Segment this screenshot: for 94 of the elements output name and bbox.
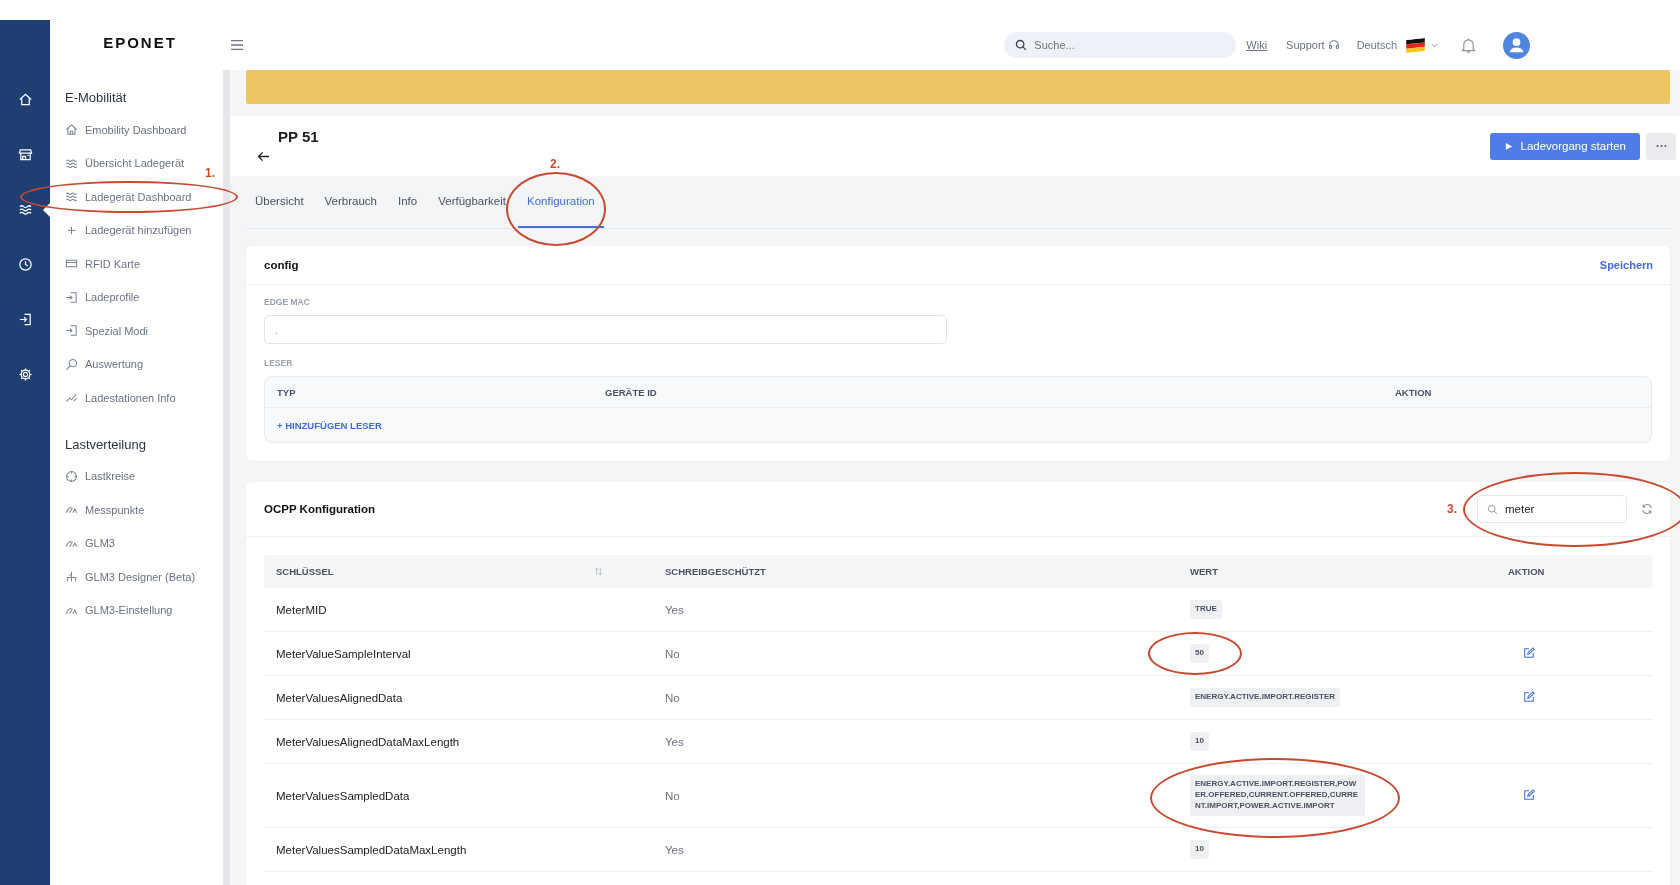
sidebar-item[interactable]: Übersicht Ladegerät bbox=[65, 146, 185, 180]
column-header: SCHLÜSSEL bbox=[276, 566, 334, 577]
field-label: EDGE MAC bbox=[264, 297, 311, 307]
table-cell-text: MeterValuesAlignedData bbox=[275, 691, 404, 704]
value-tag: TRUE bbox=[1190, 600, 1222, 619]
sidebar-item[interactable]: Ladegerät hinzufügen bbox=[65, 213, 192, 247]
login-icon bbox=[65, 290, 78, 304]
sidebar-item[interactable]: GLM3 Designer (Beta) bbox=[65, 560, 196, 594]
annotation-number: 2. bbox=[549, 157, 560, 171]
circle-icon bbox=[65, 469, 78, 483]
value-tag: ENERGY.ACTIVE.IMPORT.REGISTER bbox=[1190, 688, 1341, 707]
login-icon bbox=[17, 312, 33, 327]
add-reader-link[interactable]: + HINZUFÜGEN LESER bbox=[277, 419, 382, 431]
store-icon bbox=[17, 147, 33, 162]
settings-icon bbox=[17, 367, 33, 382]
active-indicator bbox=[43, 203, 50, 217]
sidebar-item[interactable]: Messpunkte bbox=[65, 493, 145, 527]
search-icon bbox=[1487, 504, 1498, 515]
table-cell-text: MeterValuesSampledData bbox=[275, 789, 411, 802]
wiki-link[interactable]: Wiki bbox=[1246, 39, 1268, 51]
edit-icon[interactable] bbox=[1523, 788, 1535, 801]
tree-icon bbox=[65, 570, 78, 584]
sidebar-item[interactable]: GLM3 bbox=[65, 526, 115, 560]
chart-icon bbox=[65, 391, 78, 405]
sidebar-item[interactable]: Spezial Modi bbox=[65, 314, 148, 348]
logo[interactable]: EPONET bbox=[103, 33, 177, 51]
page-title: PP 51 bbox=[278, 127, 319, 145]
support-link[interactable]: Support bbox=[1286, 39, 1325, 51]
tab[interactable]: Konfiguration bbox=[517, 176, 604, 228]
menu-icon[interactable] bbox=[230, 39, 244, 51]
tab[interactable]: Übersicht bbox=[246, 176, 313, 228]
home-icon bbox=[17, 92, 33, 107]
card-title: OCPP Konfiguration bbox=[264, 503, 375, 515]
search-icon bbox=[65, 357, 78, 371]
card-title: config bbox=[264, 259, 299, 271]
table-cell-text: MeterValuesSampledDataMaxLength bbox=[275, 843, 468, 856]
play-icon bbox=[1503, 141, 1513, 151]
more-icon bbox=[1655, 144, 1667, 148]
login-icon bbox=[65, 324, 78, 338]
sidebar-item[interactable]: Auswertung bbox=[65, 347, 144, 381]
sidebar-item[interactable]: Ladegerät Dashboard bbox=[65, 180, 192, 214]
clock-icon bbox=[17, 257, 33, 272]
flag-icon[interactable] bbox=[1406, 37, 1425, 53]
table-cell-text: MeterValuesAlignedDataMaxLength bbox=[275, 735, 461, 748]
table-cell-text: No bbox=[664, 691, 681, 704]
back-arrow-icon[interactable] bbox=[257, 150, 270, 162]
column-header: AKTION bbox=[1508, 566, 1545, 577]
waves-icon bbox=[17, 202, 33, 217]
filter-field[interactable]: meter bbox=[1477, 495, 1627, 523]
edit-icon[interactable] bbox=[1523, 646, 1535, 659]
value-tag: 10 bbox=[1190, 732, 1209, 751]
value-tag: 10 bbox=[1190, 840, 1209, 859]
section-heading: E-Mobilität bbox=[65, 90, 128, 105]
sidebar-item[interactable]: Emobility Dashboard bbox=[65, 113, 187, 147]
table-cell-text: MeterValueSampleInterval bbox=[275, 647, 412, 660]
table-cell-text: No bbox=[664, 647, 681, 660]
headset-icon[interactable] bbox=[1327, 39, 1340, 51]
sidebar-item[interactable]: Lastkreise bbox=[65, 459, 136, 493]
table-cell-text: Yes bbox=[664, 735, 685, 748]
value-tag: ENERGY.ACTIVE.IMPORT.REGISTER,POWER.OFFERED,CURRENT.OFFERED,CURRENT.IMPORT,POWER.ACTIVE.IMPORT bbox=[1190, 775, 1365, 816]
avatar-icon[interactable] bbox=[1503, 31, 1530, 59]
refresh-icon[interactable] bbox=[1641, 503, 1653, 515]
waves-icon bbox=[65, 190, 78, 204]
table-cell-text: No bbox=[664, 789, 681, 802]
waves-icon bbox=[65, 156, 78, 170]
value-tag: 50 bbox=[1190, 644, 1209, 663]
sidebar-item[interactable]: RFID Karte bbox=[65, 247, 140, 281]
tab[interactable]: Info bbox=[389, 176, 427, 228]
home-icon bbox=[65, 123, 78, 137]
sidebar-item[interactable]: Ladestationen Info bbox=[65, 381, 176, 415]
tab[interactable]: Verfügbarkeit bbox=[429, 176, 515, 228]
save-link[interactable]: Speichern bbox=[1599, 259, 1653, 271]
bell-icon[interactable] bbox=[1461, 36, 1476, 54]
edit-icon[interactable] bbox=[1523, 690, 1535, 703]
search-icon bbox=[1015, 39, 1028, 51]
tab[interactable]: Verbrauch bbox=[315, 176, 386, 228]
field-label: LESER bbox=[264, 358, 294, 368]
annotation-number: 3. bbox=[1447, 502, 1457, 516]
column-header: SCHREIBGESCHÜTZT bbox=[665, 566, 766, 577]
sidebar-item[interactable]: Ladeprofile bbox=[65, 280, 140, 314]
column-header: GERÄTE ID bbox=[605, 386, 658, 398]
language-selector[interactable]: Deutsch bbox=[1356, 39, 1397, 51]
column-header: AKTION bbox=[1395, 386, 1432, 398]
annotation-number: 1. bbox=[205, 166, 215, 180]
start-charging-button[interactable]: Ladevorgang starten bbox=[1489, 132, 1640, 160]
column-header: WERT bbox=[1190, 566, 1218, 577]
sidebar-item[interactable]: GLM3-Einstellung bbox=[65, 593, 173, 627]
column-header: TYP bbox=[277, 386, 297, 398]
section-heading: Lastverteilung bbox=[65, 436, 147, 452]
search-field[interactable]: Suche... bbox=[1004, 32, 1237, 58]
table-cell-text: MeterMID bbox=[275, 603, 328, 616]
table-cell-text: Yes bbox=[664, 843, 685, 856]
edge-mac-input-field[interactable]: . bbox=[264, 315, 947, 344]
table-cell-text: Yes bbox=[664, 603, 685, 616]
